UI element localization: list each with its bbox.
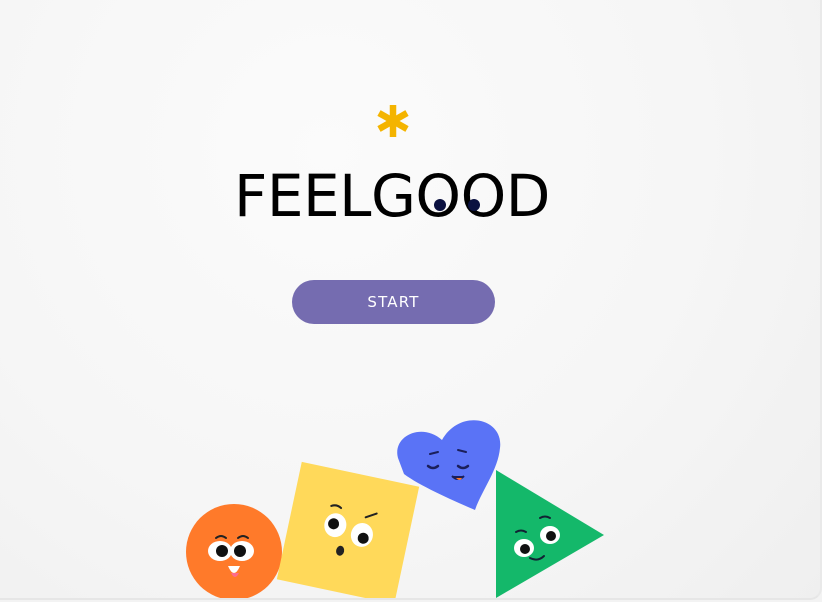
orange-circle-face-icon xyxy=(186,504,282,598)
green-triangle-face-icon xyxy=(496,470,604,598)
mascot-illustration xyxy=(186,420,604,598)
welcome-screen: FEELGOOD START xyxy=(0,0,822,600)
yellow-square-face-icon xyxy=(276,461,420,598)
